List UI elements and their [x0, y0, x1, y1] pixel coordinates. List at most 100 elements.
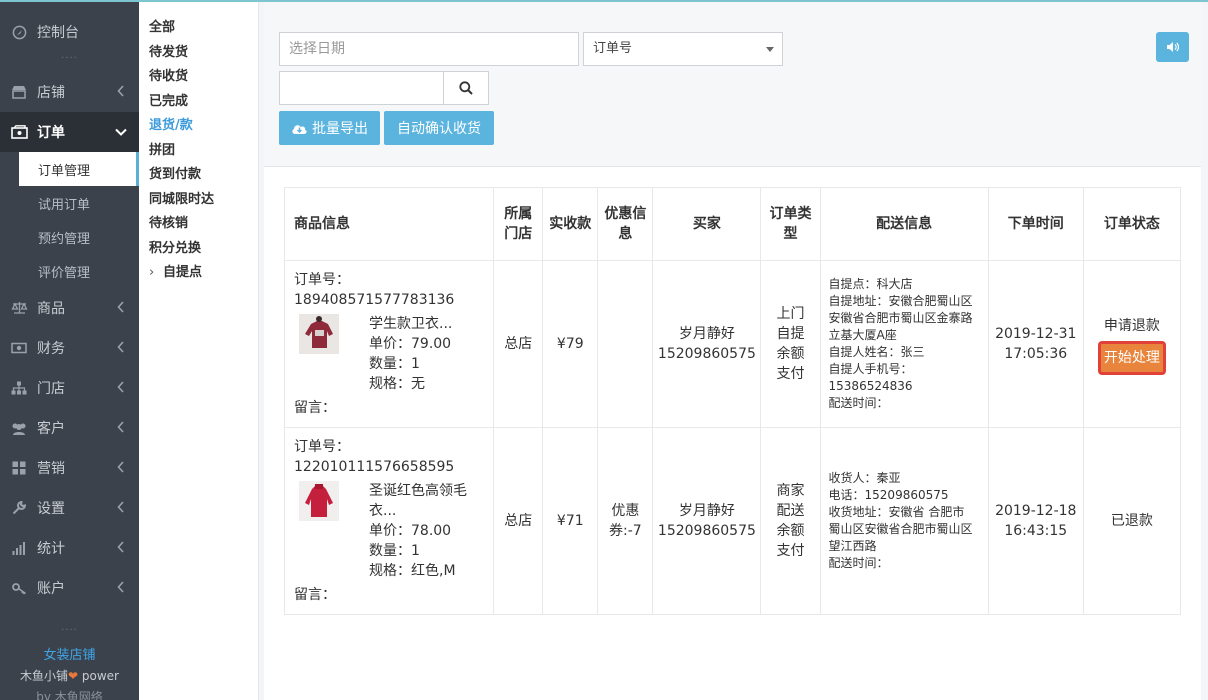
bulk-export-label: 批量导出: [312, 121, 368, 137]
sidebar-item-label: 商品: [37, 301, 65, 317]
date-picker-input[interactable]: 选择日期: [279, 32, 579, 66]
filter-same-city[interactable]: 同城限时达: [139, 188, 258, 213]
delivery-line: 自提人姓名：张三: [828, 345, 925, 359]
order-type-line: 自提: [776, 326, 805, 342]
status-text: 申请退款: [1103, 317, 1160, 334]
sidebar-item-dashboard[interactable]: 控制台: [0, 12, 139, 52]
delivery-line: 自提点：科大店: [828, 277, 913, 291]
sound-button[interactable]: [1156, 32, 1189, 62]
buyer-name: 岁月静好: [678, 326, 735, 342]
scale-icon: [10, 299, 28, 317]
filter-cod[interactable]: 货到付款: [139, 163, 258, 188]
sidebar-subitem-booking[interactable]: 预约管理: [19, 220, 139, 254]
sidebar-item-stats[interactable]: 统计: [0, 528, 139, 568]
search-button[interactable]: [443, 71, 489, 105]
delivery-line: 收货人：秦亚: [828, 471, 901, 485]
sidebar-item-settings[interactable]: 设置: [0, 488, 139, 528]
sidebar-subitem-label: 订单管理: [38, 163, 91, 179]
col-goods-info: 商品信息: [283, 187, 495, 261]
filter-to-ship[interactable]: 待发货: [139, 41, 258, 66]
auto-confirm-receipt-button[interactable]: 自动确认收货: [384, 111, 494, 145]
power-suffix: power: [78, 669, 119, 683]
search-input[interactable]: [279, 71, 444, 105]
filter-to-receive[interactable]: 待收货: [139, 65, 258, 90]
chevron-left-icon: [117, 85, 124, 97]
key-icon: [10, 579, 28, 597]
bar-chart-icon: [10, 539, 28, 557]
product-name[interactable]: 圣诞红色高领毛衣...: [369, 481, 485, 521]
order-date: 2019-12-31: [995, 326, 1077, 342]
order-time-cell: 2019-12-31 17:05:36: [987, 260, 1084, 428]
sidebar-subitem-order-management[interactable]: 订单管理: [19, 152, 139, 186]
order-type-line: 上门: [776, 306, 805, 322]
sidebar-item-shop[interactable]: 店铺: [0, 72, 139, 112]
status-cell: 已退款: [1082, 427, 1182, 615]
filter-completed[interactable]: 已完成: [139, 90, 258, 115]
order-type-line: 余额: [776, 346, 805, 362]
order-number-value: 189408571577783136: [294, 292, 455, 308]
filter-all[interactable]: 全部: [139, 16, 258, 41]
store-cell: 总店: [493, 260, 544, 428]
start-processing-button[interactable]: 开始处理: [1097, 340, 1166, 375]
chevron-left-icon: [117, 381, 124, 393]
paid-cell: ¥71: [542, 427, 599, 615]
sidebar-subitem-label: 评价管理: [38, 265, 91, 281]
sidebar-item-label: 营销: [37, 461, 65, 477]
sidebar-footer: ···· 女装店铺 木鱼小铺❤ power by 木鱼网络: [0, 624, 139, 700]
sidebar-item-finance[interactable]: 财务: [0, 328, 139, 368]
power-line: 木鱼小铺❤ power: [0, 667, 139, 684]
sidebar-item-customers[interactable]: 客户: [0, 408, 139, 448]
sidebar-item-marketing[interactable]: 营销: [0, 448, 139, 488]
delivery-line: 收货地址：安徽省 合肥市 蜀山区安徽省合肥市蜀山区望江西路: [828, 505, 973, 553]
order-number: 订单号： 122010111576658595: [294, 437, 485, 477]
caret-down-icon: [766, 47, 774, 52]
order-number: 订单号： 189408571577783136: [294, 270, 485, 310]
product-thumbnail[interactable]: [299, 481, 339, 521]
table-header-row: 商品信息 所属门店 实收款 优惠信息 买家 订单类型 配送信息 下单时间 订单状…: [283, 187, 1182, 261]
filter-pickup[interactable]: › 自提点: [139, 261, 258, 286]
status-text: 已退款: [1110, 513, 1153, 529]
spec: 规格：红色,M: [369, 563, 456, 579]
table-row: 订单号： 189408571577783136 学生款卫衣... 单价：79.00: [283, 260, 1182, 428]
buyer-message: 留言：: [294, 587, 336, 603]
sidebar-subitem-reviews[interactable]: 评价管理: [19, 254, 139, 288]
sitemap-icon: [10, 379, 28, 397]
quantity: 数量：1: [369, 356, 420, 372]
sidebar-item-account[interactable]: 账户: [0, 568, 139, 608]
sidebar-item-orders[interactable]: 订单: [0, 112, 139, 152]
col-discount: 优惠信息: [597, 187, 654, 261]
users-icon: [10, 419, 28, 437]
brand-name: 木鱼小铺: [20, 669, 69, 683]
filter-toolbar: 选择日期 订单号 批量导出 自动确认收货: [264, 2, 1201, 167]
order-type-line: 余额: [776, 523, 805, 539]
product-thumbnail[interactable]: [299, 314, 339, 354]
filter-to-verify[interactable]: 待核销: [139, 212, 258, 237]
col-paid: 实收款: [542, 187, 599, 261]
order-number-label: 订单号：: [294, 439, 350, 455]
product-item: 圣诞红色高领毛衣... 单价：78.00 数量：1 规格：红色,M: [294, 481, 485, 581]
sidebar-item-goods[interactable]: 商品: [0, 288, 139, 328]
order-filter-nav: 全部 待发货 待收货 已完成 退货/款 拼团 货到付款 同城限时达 待核销 积分…: [139, 2, 259, 700]
col-order-time: 下单时间: [987, 187, 1084, 261]
order-time-cell: 2019-12-18 16:43:15: [987, 427, 1084, 615]
sidebar-item-label: 控制台: [37, 25, 79, 41]
delivery-cell: 自提点：科大店 自提地址：安徽合肥蜀山区安徽省合肥市蜀山区金寨路 立基大厦A座 …: [819, 260, 989, 428]
product-name[interactable]: 学生款卫衣...: [369, 314, 452, 334]
bulk-export-button[interactable]: 批量导出: [279, 111, 380, 145]
store-name-link[interactable]: 女装店铺: [0, 644, 139, 663]
order-type-cell: 商家 配送 余额 支付: [760, 427, 821, 615]
buyer-cell: 岁月静好 15209860575: [652, 427, 762, 615]
main-content: 选择日期 订单号 批量导出 自动确认收货 商品信息 所属门店 实收款 优惠信息 …: [264, 2, 1201, 700]
sidebar-divider: ····: [61, 53, 78, 64]
filter-refund[interactable]: 退货/款: [139, 114, 258, 139]
chevron-left-icon: [117, 341, 124, 353]
order-type-line: 支付: [776, 543, 805, 559]
spec: 规格：无: [369, 376, 425, 392]
col-order-type: 订单类型: [760, 187, 821, 261]
sidebar-subitem-trial-orders[interactable]: 试用订单: [19, 186, 139, 220]
filter-points-exchange[interactable]: 积分兑换: [139, 237, 258, 262]
sidebar-item-stores[interactable]: 门店: [0, 368, 139, 408]
order-type-line: 配送: [776, 503, 805, 519]
search-field-select[interactable]: 订单号: [583, 32, 783, 66]
filter-group-buy[interactable]: 拼团: [139, 139, 258, 164]
